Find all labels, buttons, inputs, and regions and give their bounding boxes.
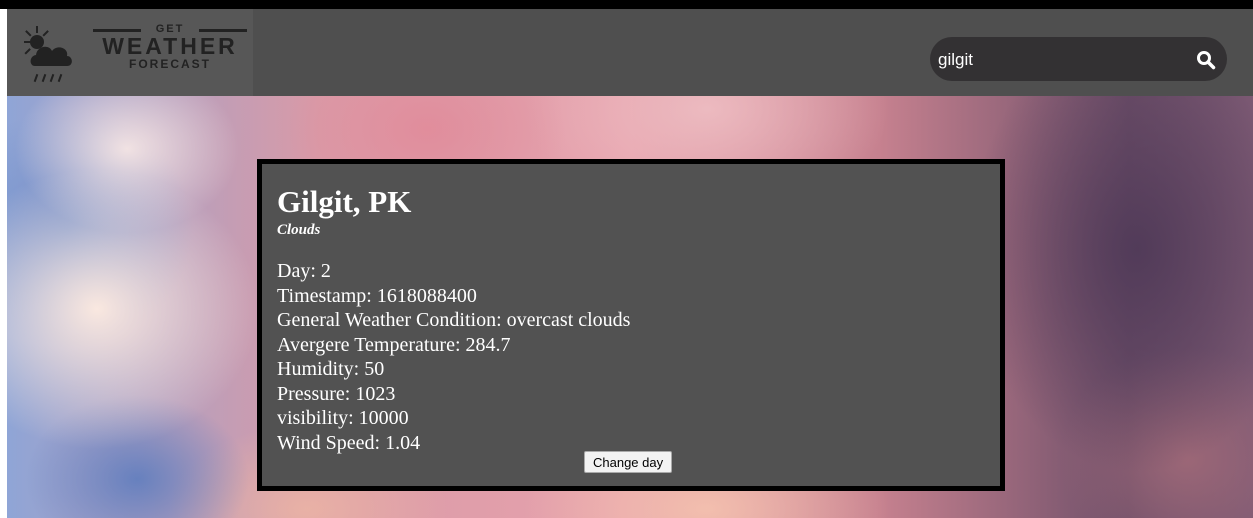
weather-cloud-sun-icon: [24, 26, 72, 83]
detail-visibility: visibility: 10000: [277, 407, 409, 429]
search-box: [930, 37, 1227, 81]
detail-general-condition: General Weather Condition: overcast clou…: [277, 309, 631, 331]
header-bar: GET WEATHER FORECAST: [7, 9, 1253, 96]
weather-card: Gilgit, PK Clouds Day: 2 Timestamp: 1618…: [257, 159, 1005, 491]
detail-humidity: Humidity: 50: [277, 358, 385, 380]
weather-details: Day: 2 Timestamp: 1618088400 General Wea…: [277, 259, 630, 455]
logo-line-get: GET: [89, 23, 251, 35]
change-day-button[interactable]: Change day: [584, 451, 673, 473]
background-sky: GET WEATHER FORECAST Gilgit, PK Clouds D…: [7, 9, 1253, 518]
detail-day: Day: 2: [277, 260, 331, 282]
logo-line-forecast: FORECAST: [129, 57, 211, 71]
logo[interactable]: GET WEATHER FORECAST: [7, 9, 253, 96]
search-input[interactable]: [936, 41, 1180, 79]
weather-condition: Clouds: [277, 222, 321, 238]
detail-pressure: Pressure: 1023: [277, 382, 396, 405]
detail-timestamp: Timestamp: 1618088400: [277, 284, 477, 307]
search-icon[interactable]: [1196, 50, 1216, 70]
top-border: [0, 0, 1253, 9]
logo-text: GET WEATHER FORECAST: [89, 23, 251, 71]
city-title: Gilgit, PK: [277, 184, 412, 219]
logo-line-weather: WEATHER: [102, 33, 238, 59]
detail-wind-speed: Wind Speed: 1.04: [277, 431, 421, 454]
detail-temperature: Avergere Temperature: 284.7: [277, 333, 511, 356]
